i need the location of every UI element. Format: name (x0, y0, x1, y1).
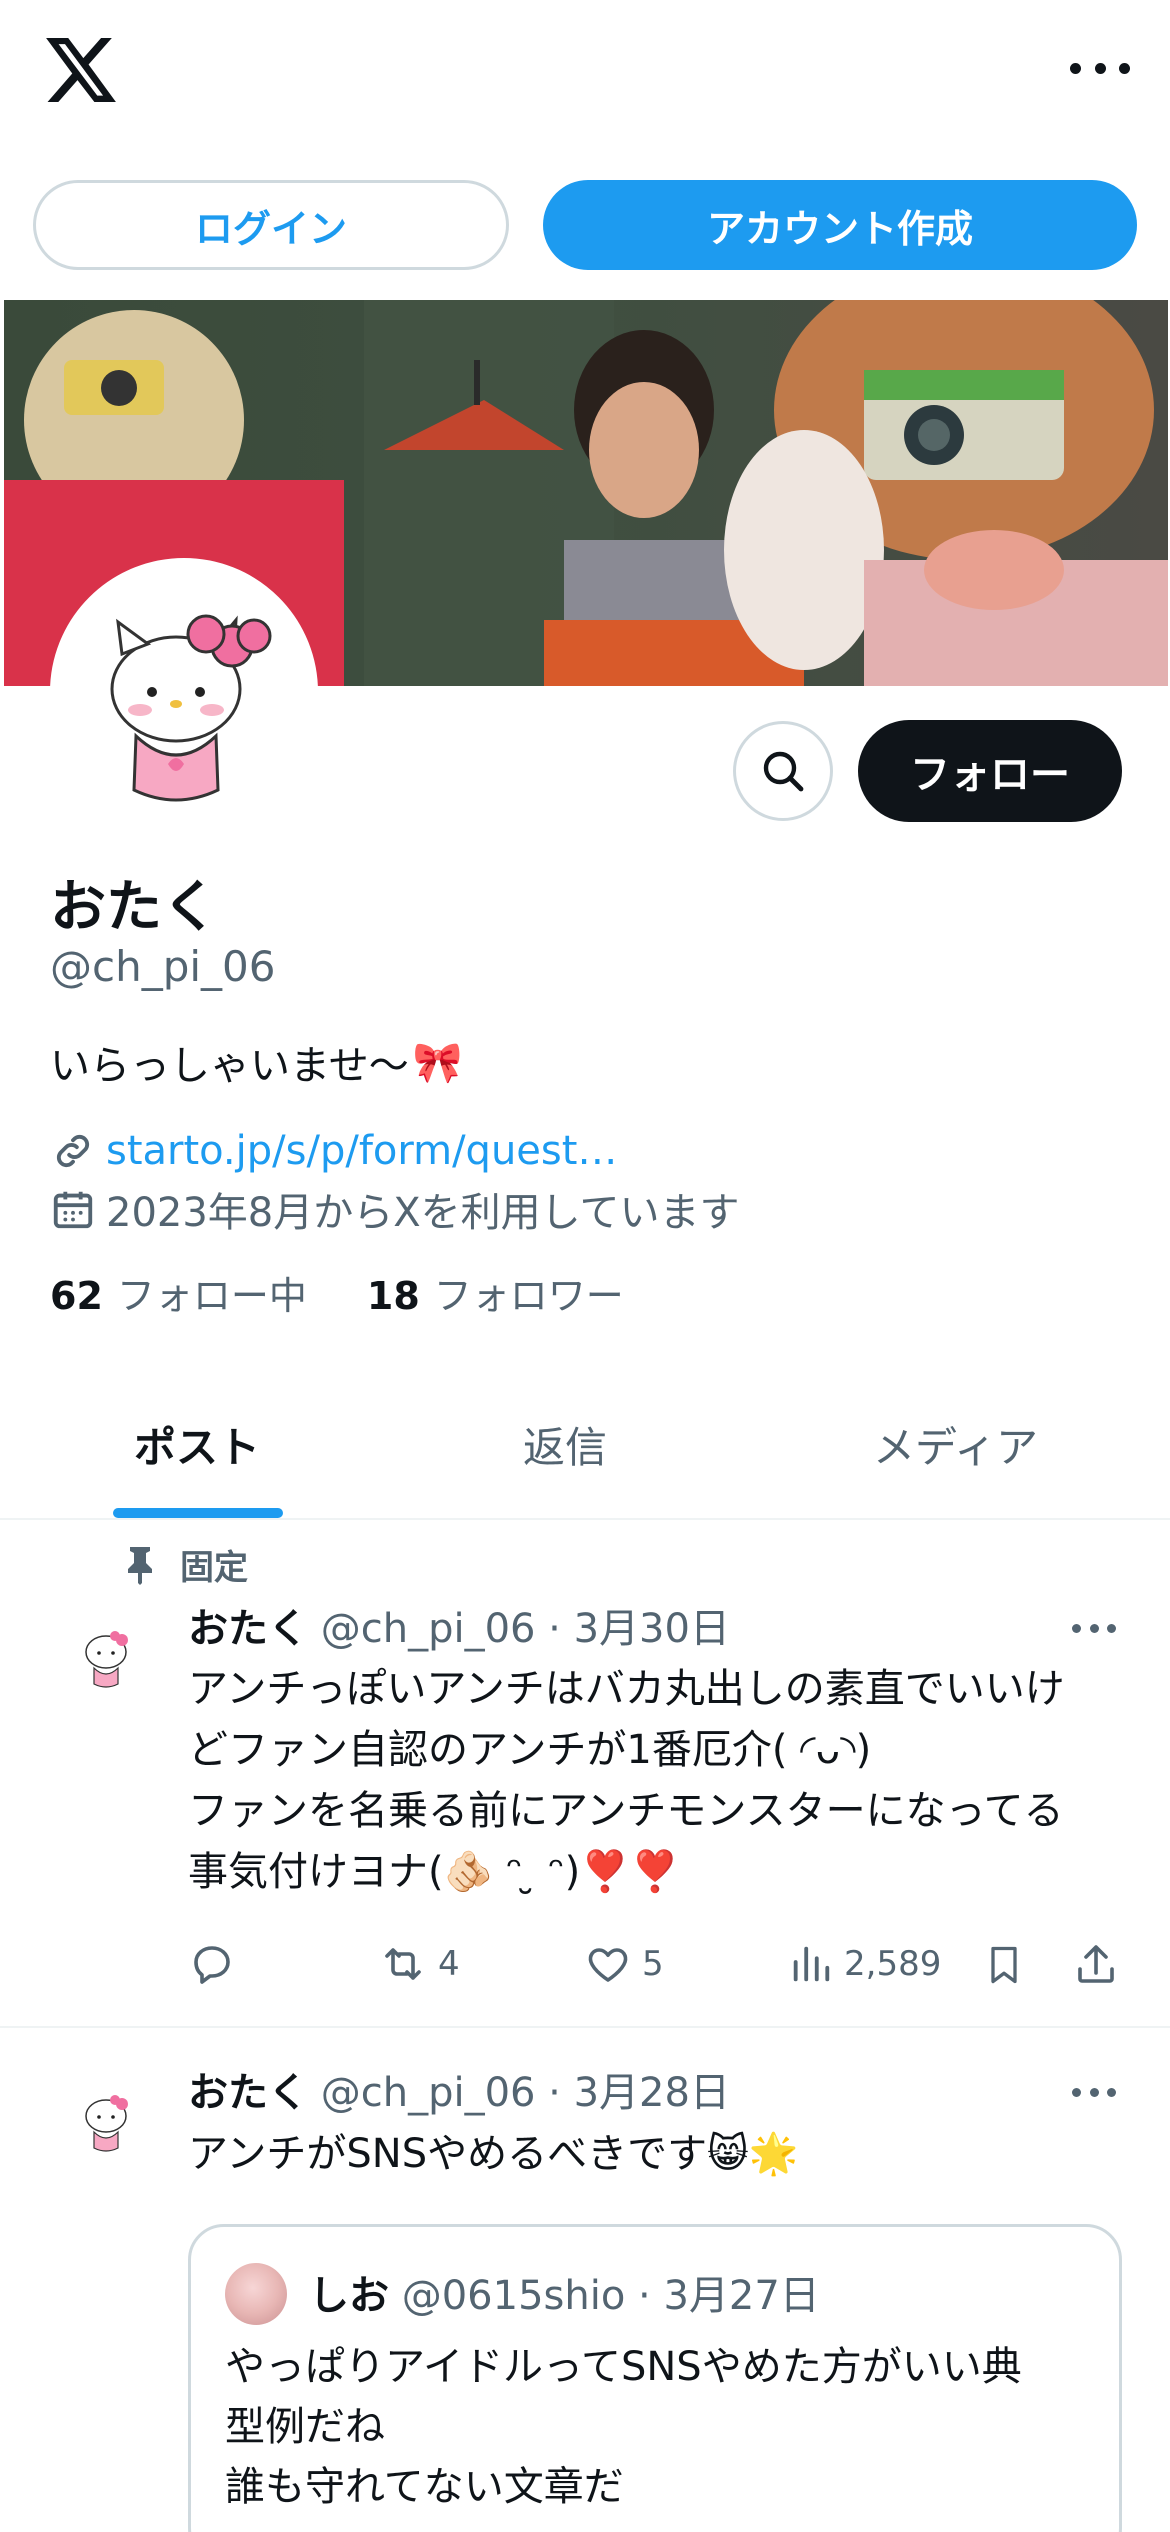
analytics-icon (793, 1946, 830, 1982)
top-bar (0, 0, 1170, 150)
follow-button[interactable]: フォロー (858, 720, 1122, 822)
tweet-text: アンチがSNSやめるべきです😸🌟 (188, 2131, 799, 2177)
like-count: 5 (642, 1944, 664, 1984)
bio-text: いらっしゃいませ〜 (50, 1043, 409, 1089)
views-count: 2,589 (844, 1944, 942, 1984)
tab-replies[interactable]: 返信 (523, 1414, 607, 1475)
search-icon (763, 751, 804, 792)
active-tab-indicator (113, 1508, 283, 1518)
tab-posts[interactable]: ポスト (134, 1414, 260, 1475)
profile-bio: いらっしゃいませ〜 🎀 (50, 1033, 463, 1091)
quote-author: しお (309, 2273, 389, 2319)
joined-text: 2023年8月からXを利用しています (106, 1190, 740, 1236)
tweet-more-icon[interactable] (1072, 1624, 1116, 1634)
tweet-header: おたく @ch_pi_06 · 3月30日 (188, 1596, 730, 1654)
retweet-count: 4 (438, 1944, 460, 1984)
quote-header: しお @0615shio · 3月27日 (309, 2263, 820, 2321)
profile-link-text[interactable]: starto.jp/s/p/form/quest… (106, 1128, 617, 1174)
reply-icon (194, 1946, 230, 1984)
tweet-text: アンチっぽいアンチはバカ丸出しの素直でいいけ どファン自認のアンチが1番厄介( … (188, 1666, 1065, 1895)
profile-name: おたく (50, 875, 218, 940)
tweet-meta[interactable]: @ch_pi_06 · 3月28日 (321, 2070, 730, 2116)
tweet-divider (0, 2026, 1170, 2028)
views-button[interactable]: 2,589 (788, 1940, 941, 1988)
tab-media[interactable]: メディア (873, 1414, 1038, 1475)
follow-stats: 62 フォロー中 18 フォロワー (50, 1265, 624, 1320)
bookmark-button[interactable] (982, 1940, 1026, 1990)
heart-icon (588, 1948, 628, 1982)
tweet-meta[interactable]: @ch_pi_06 · 3月30日 (321, 1606, 730, 1652)
tweet-header: おたく @ch_pi_06 · 3月28日 (188, 2060, 730, 2118)
bio-emoji: 🎀 (412, 1039, 463, 1086)
retweet-button[interactable]: 4 (378, 1940, 460, 1988)
search-profile-button[interactable] (733, 721, 833, 821)
tweet-avatar[interactable] (70, 1616, 146, 1692)
pinned-text: 固定 (180, 1548, 248, 1588)
share-button[interactable] (1072, 1940, 1120, 1990)
joined-date: 2023年8月からXを利用しています (50, 1180, 739, 1238)
tweet-avatar[interactable] (70, 2080, 146, 2156)
tweet-more-icon[interactable] (1072, 2088, 1116, 2098)
pinned-label: 固定 (124, 1540, 248, 1589)
profile-handle: @ch_pi_06 (50, 942, 276, 991)
link-icon (56, 1134, 90, 1168)
quote-meta: @0615shio · 3月27日 (401, 2273, 820, 2319)
following-stat[interactable]: 62 フォロー中 (50, 1265, 307, 1320)
profile-avatar[interactable] (50, 558, 318, 826)
quoted-tweet[interactable]: しお @0615shio · 3月27日 やっぱりアイドルってSNSやめた方がい… (188, 2224, 1122, 2532)
tweet-author[interactable]: おたく (188, 1606, 308, 1652)
tweet-author[interactable]: おたく (188, 2070, 308, 2116)
more-horizontal-icon[interactable] (1070, 56, 1130, 80)
pin-icon (128, 1546, 152, 1585)
calendar-icon (53, 1191, 93, 1229)
share-icon (1078, 1945, 1114, 1983)
hello-kitty-avatar-icon (70, 1616, 146, 1692)
bookmark-icon (991, 1946, 1017, 1984)
reply-button[interactable] (188, 1940, 236, 1988)
signup-button[interactable]: アカウント作成 (543, 180, 1137, 270)
x-logo-icon[interactable] (46, 38, 116, 102)
retweet-icon (385, 1948, 421, 1980)
hello-kitty-avatar-icon (56, 564, 312, 820)
quote-avatar (225, 2263, 287, 2325)
tweet-actions: 4 5 2,589 (188, 1940, 1128, 1996)
followers-stat[interactable]: 18 フォロワー (367, 1265, 624, 1320)
hello-kitty-avatar-icon (70, 2080, 146, 2156)
login-button[interactable]: ログイン (33, 180, 509, 270)
quote-text: やっぱりアイドルってSNSやめた方がいい典 型例だね 誰も守れてない文章だ (225, 2344, 1022, 2510)
profile-tabs: ポスト 返信 メディア (0, 1380, 1170, 1520)
like-button[interactable]: 5 (584, 1940, 664, 1988)
profile-link[interactable]: starto.jp/s/p/form/quest… (50, 1128, 617, 1174)
